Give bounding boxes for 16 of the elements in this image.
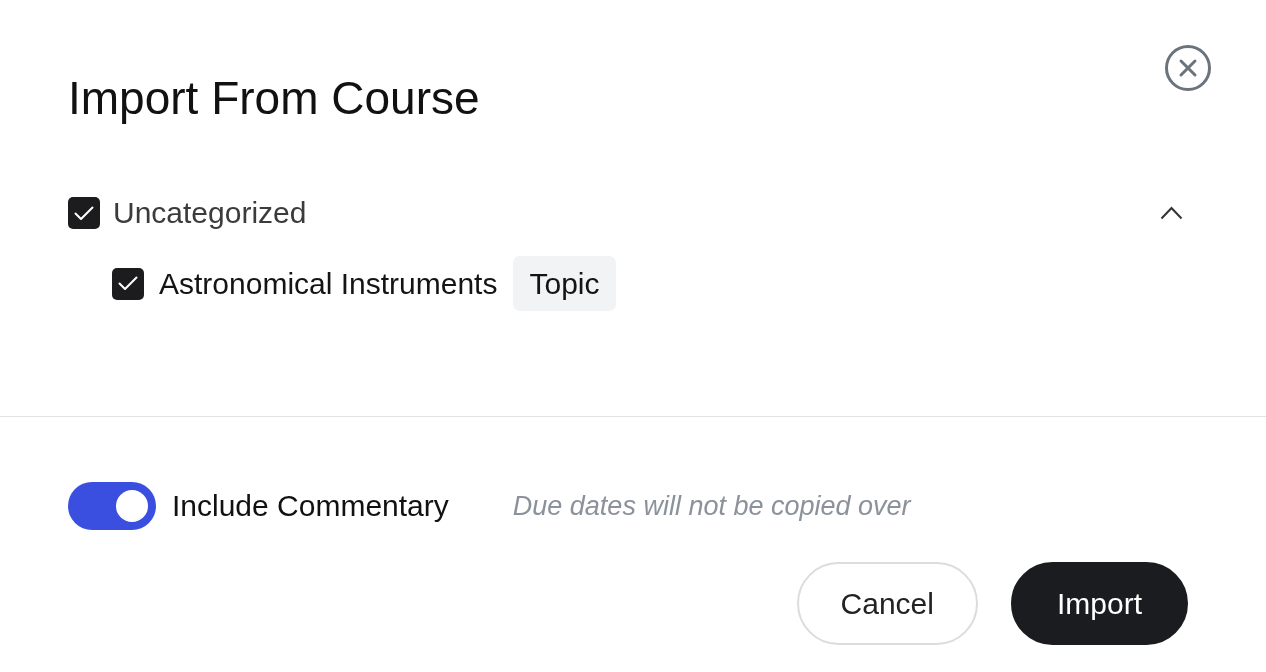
item-label: Astronomical Instruments — [159, 265, 498, 302]
checkbox[interactable] — [68, 197, 100, 229]
close-icon — [1165, 45, 1211, 91]
tag: Topic — [513, 256, 616, 311]
close-button[interactable] — [1165, 45, 1211, 91]
secondary-button[interactable]: Cancel — [796, 562, 978, 645]
hint-text: Due dates will not be copied over — [512, 490, 911, 523]
checkbox[interactable] — [112, 267, 144, 300]
chevron-up-icon[interactable] — [1160, 206, 1183, 220]
primary-button[interactable]: Import — [1010, 562, 1188, 645]
dialog-title: Import From Course — [68, 71, 480, 126]
toggle-label: Include Commentary — [172, 488, 449, 524]
checkmark-icon — [74, 205, 94, 221]
item-label: Uncategorized — [113, 195, 307, 231]
toggle-switch[interactable] — [68, 482, 156, 530]
checkmark-icon — [118, 276, 138, 291]
